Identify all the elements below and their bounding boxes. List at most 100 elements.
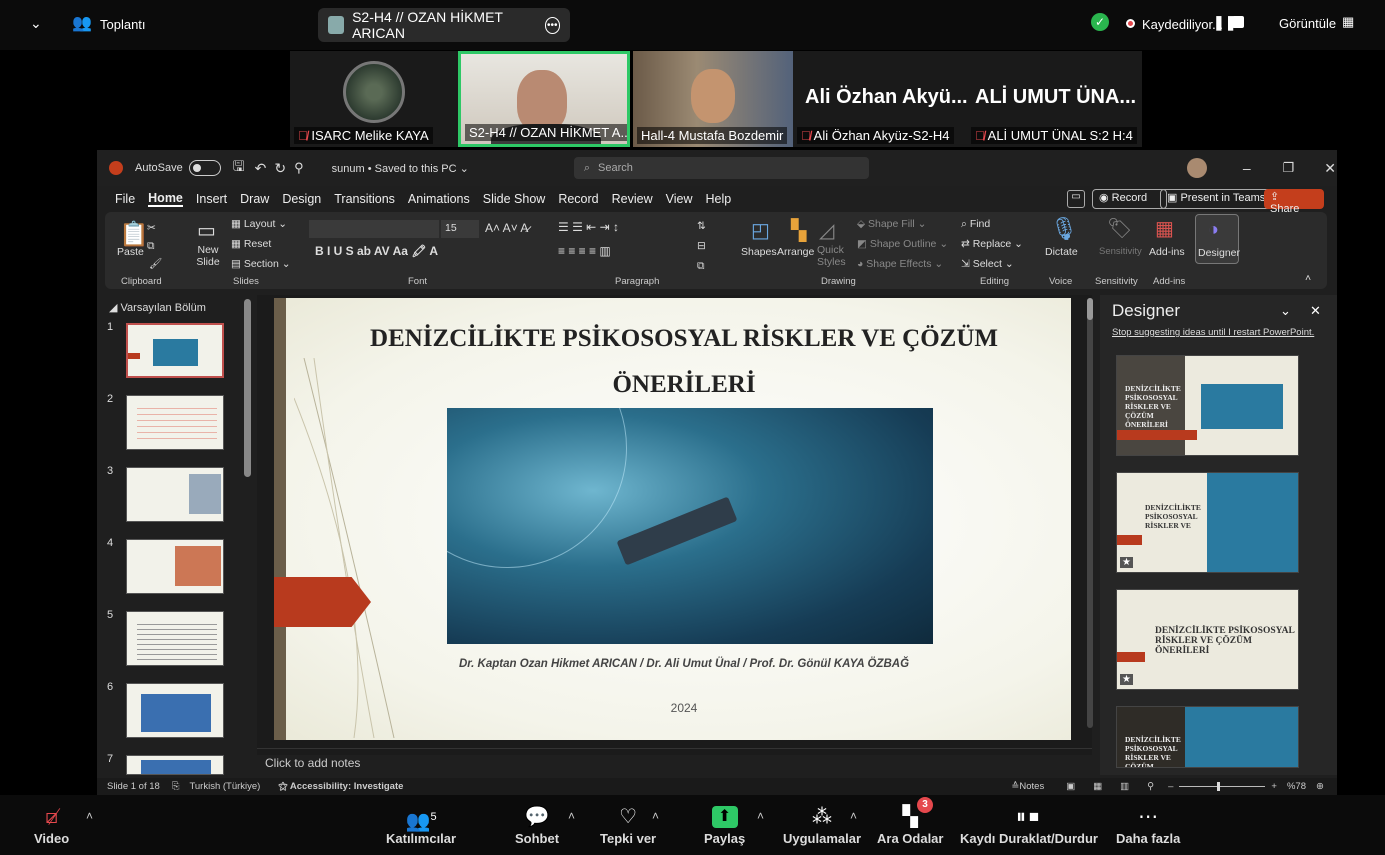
chevron-up-icon[interactable]: ˄ [757,809,764,823]
save-icon[interactable]: 🖫 [233,156,245,180]
chevron-down-icon[interactable]: ⌄ [30,15,42,32]
pause-recording-button[interactable]: ⏸⏹ Kaydı Duraklat/Durdur [960,803,1098,846]
slide-thumbnail[interactable] [126,611,224,666]
thumbnail-scrollbar[interactable] [244,299,251,477]
chevron-down-icon[interactable]: ⌄ [1280,303,1291,319]
menu-help[interactable]: Help [705,192,731,206]
arrange-icon[interactable]: ▚ [791,218,806,243]
addins-icon[interactable]: ▦ [1155,216,1174,241]
participant-tile[interactable]: ALİ UMUT ÜNA... 🎙̸ ALİ UMUT ÜNAL S:2 H:4 [967,51,1142,147]
comments-icon[interactable]: ▭ [1067,190,1085,208]
zoom-level[interactable]: %78 [1287,781,1306,792]
select-button[interactable]: ⇲ Select ⌄ [961,258,1014,270]
menu-design[interactable]: Design [282,192,321,206]
close-icon[interactable]: ✕ [1324,160,1336,177]
sensitivity-icon[interactable]: 🏷 [1107,216,1132,241]
minimize-icon[interactable]: – [1243,160,1251,176]
new-slide-button[interactable]: New Slide [193,244,223,268]
notes-input[interactable]: Click to add notes [265,756,360,770]
slide-scrollbar[interactable] [1087,298,1093,728]
paste-button[interactable]: Paste [117,246,144,258]
list-icons[interactable]: ☰ ☰ ⇤ ⇥ ↕ [558,220,619,234]
section-header[interactable]: ◢ Varsayılan Bölüm [109,301,206,314]
menu-review[interactable]: Review [612,192,653,206]
close-icon[interactable]: ✕ [1310,303,1321,319]
slide-thumbnail[interactable] [126,755,224,775]
font-family-select[interactable] [309,220,439,238]
more-button[interactable]: ⋯ Daha fazla [1116,803,1180,846]
smartart-icon[interactable]: ⧉ [697,260,705,273]
reset-button[interactable]: ▦ Reset [231,238,271,250]
arrange-button[interactable]: Arrange [777,246,814,258]
accessibility-status[interactable]: ⚝ Accessibility: Investigate [278,781,403,792]
slide-thumbnail[interactable] [126,539,224,594]
design-idea-card[interactable]: DENİZCİLİKTE PSİKOSOSYAL RİSKLER VE ★ [1116,472,1299,573]
fit-slide-icon[interactable]: ⊕ [1316,781,1324,792]
menu-file[interactable]: File [115,192,135,206]
addins-button[interactable]: Add-ins [1149,246,1185,258]
chevron-up-icon[interactable]: ˄ [652,809,659,823]
meeting-label[interactable]: Toplantı [100,17,146,32]
copy-icon[interactable]: ⧉ [147,240,155,253]
replace-button[interactable]: ⇄ Replace ⌄ [961,238,1023,250]
quick-styles-icon[interactable]: ◿ [819,218,834,243]
format-painter-icon[interactable]: 🖌 [149,257,162,270]
font-format-icons[interactable]: B I U S ab AV Aa 🖍 A [315,244,438,258]
menu-transitions[interactable]: Transitions [334,192,395,206]
font-size-select[interactable]: 15 [441,220,479,238]
menu-draw[interactable]: Draw [240,192,269,206]
designer-button[interactable]: ◑ Designer [1195,214,1240,264]
new-slide-icon[interactable]: ▭ [197,218,216,243]
chevron-up-icon[interactable]: ˄ [86,809,93,823]
autosave-toggle[interactable] [188,160,221,176]
cut-icon[interactable]: ✂ [147,222,156,234]
slideshow-view-icon[interactable]: ⚲ [1147,781,1154,792]
language-status[interactable]: Turkish (Türkiye) [189,781,260,792]
menu-record[interactable]: Record [558,192,598,206]
menu-animations[interactable]: Animations [408,192,470,206]
share-button[interactable]: ⇪ Share ⌄ [1264,189,1324,228]
participant-tile[interactable]: 🎙̸ ISARC Melike KAYA [290,51,458,147]
redo-icon[interactable]: ↻ [274,160,286,177]
shapes-icon[interactable]: ◰ [751,218,770,243]
breakout-rooms-button[interactable]: ▚ 3 Ara Odalar [877,797,943,846]
menu-insert[interactable]: Insert [196,192,227,206]
participants-button[interactable]: 👥5 Katılımcılar [386,803,456,846]
record-button[interactable]: ◉ Record [1092,189,1168,209]
react-button[interactable]: ♡ Tepki ver [600,803,656,846]
participant-tile-active[interactable]: S2-H4 // OZAN HİKMET A... [458,51,630,147]
undo-icon[interactable]: ↶ [255,160,267,177]
more-icon[interactable]: ••• [544,16,560,34]
shape-effects-button[interactable]: ◕ Shape Effects ⌄ [857,258,943,270]
zoom-in-icon[interactable]: + [1271,781,1277,792]
microphone-icon[interactable]: 🎙 [1050,216,1078,242]
shape-outline-button[interactable]: ◩ Shape Outline ⌄ [857,238,948,250]
find-button[interactable]: ⌕ Find [961,218,990,231]
chevron-up-icon[interactable]: ˄ [850,809,857,823]
align-text-icon[interactable]: ⊟ [697,240,706,252]
zoom-out-icon[interactable]: – [1168,781,1173,792]
quick-styles-button[interactable]: Quick Styles [817,244,847,268]
slide-thumbnail[interactable] [126,323,224,378]
grid-view-icon[interactable]: ▦ [1342,14,1354,30]
notes-button[interactable]: ≙Notes [1011,781,1044,792]
shape-fill-button[interactable]: ⬙ Shape Fill ⌄ [857,218,926,230]
section-button[interactable]: ▤ Section ⌄ [231,258,291,270]
share-title-pill[interactable]: S2-H4 // OZAN HİKMET ARICAN ••• [318,8,570,42]
menu-view[interactable]: View [666,192,693,206]
zoom-slider[interactable] [1179,782,1266,791]
design-idea-card[interactable]: DENİZCİLİKTE PSİKOSOSYAL RİSKLER VE ÇÖZÜ… [1116,589,1299,690]
design-idea-card[interactable]: DENİZCİLİKTE PSİKOSOSYAL RİSKLER VE ÇÖZÜ… [1116,706,1299,768]
slide-thumbnail[interactable] [126,395,224,450]
layout-button[interactable]: ▦ Layout ⌄ [231,218,287,230]
participant-tile[interactable]: Hall-4 Mustafa Bozdemir [633,51,793,147]
design-idea-card[interactable]: DENİZCİLİKTE PSİKOSOSYAL RİSKLER VE ÇÖZÜ… [1116,355,1299,456]
menu-home[interactable]: Home [148,191,183,207]
current-slide[interactable]: DENİZCİLİKTE PSİKOSOSYAL RİSKLER VE ÇÖZÜ… [274,298,1071,740]
stop-icon[interactable] [1232,16,1244,28]
slide-thumbnail[interactable] [126,683,224,738]
file-title[interactable]: sunum • Saved to this PC ⌄ [332,162,469,175]
normal-view-icon[interactable]: ▣ [1066,781,1075,792]
stop-suggesting-link[interactable]: Stop suggesting ideas until I restart Po… [1112,327,1314,338]
search-box[interactable]: ⌕ Search [573,157,869,179]
